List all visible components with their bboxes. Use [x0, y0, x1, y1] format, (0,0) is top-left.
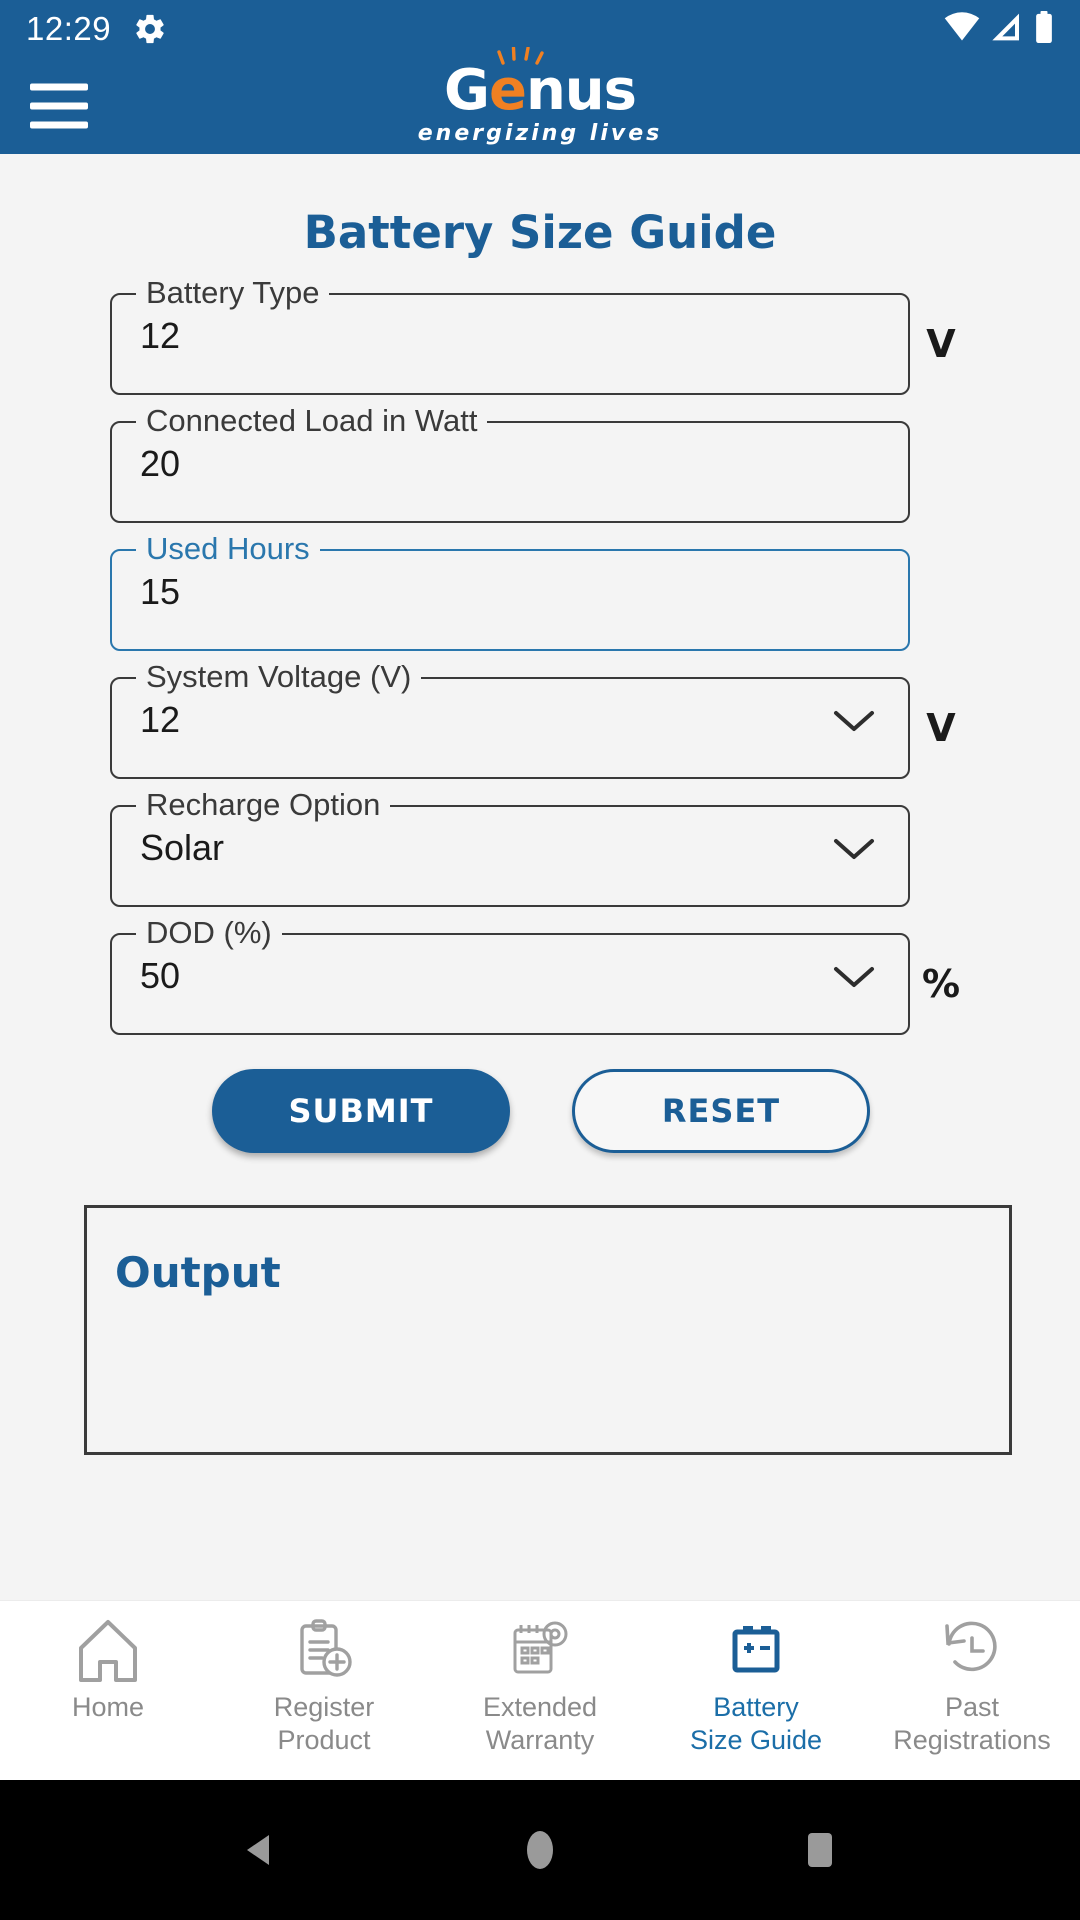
field-row-connected-load: Connected Load in Watt 20 [110, 405, 972, 523]
chevron-down-icon[interactable] [832, 964, 876, 990]
chevron-down-icon[interactable] [832, 708, 876, 734]
system-voltage-unit: V [926, 706, 956, 750]
battery-type-unit: V [926, 322, 956, 366]
hamburger-line [30, 83, 88, 91]
recents-square-icon[interactable] [760, 1790, 880, 1910]
wifi-icon [944, 11, 980, 47]
recharge-option-label: Recharge Option [136, 789, 391, 820]
form-actions: SUBMIT RESET [110, 1069, 972, 1153]
hamburger-menu-icon[interactable] [30, 83, 88, 129]
connected-load-label: Connected Load in Watt [136, 405, 488, 436]
nav-item-extended-warranty[interactable]: Extended Warranty [432, 1615, 648, 1757]
output-title: Output [115, 1248, 281, 1297]
nav-item-past-registrations[interactable]: Past Registrations [864, 1615, 1080, 1757]
nav-label-home: Home [71, 1692, 145, 1722]
history-clock-icon [937, 1615, 1007, 1687]
battery-type-label: Battery Type [136, 277, 330, 308]
recharge-option-value: Solar [140, 827, 225, 868]
system-voltage-value: 12 [140, 699, 181, 740]
back-triangle-icon[interactable] [200, 1790, 320, 1910]
brand-tagline: energizing lives [417, 121, 663, 146]
battery-icon [1034, 10, 1054, 48]
status-clock: 12:29 [26, 10, 112, 47]
system-voltage-select[interactable]: System Voltage (V) 12 [110, 661, 910, 779]
hamburger-line [30, 102, 88, 110]
clipboard-add-icon [289, 1615, 359, 1687]
dod-unit: % [921, 962, 961, 1006]
bottom-navigation: Home Register Product Extended Warranty … [0, 1600, 1080, 1780]
android-system-nav [0, 1780, 1080, 1920]
recharge-option-select[interactable]: Recharge Option Solar [110, 789, 910, 907]
page-title: Battery Size Guide [303, 206, 777, 259]
app-bar: Genus energizing lives [0, 47, 1080, 154]
field-row-dod: DOD (%) 50 % [110, 917, 972, 1035]
system-voltage-label: System Voltage (V) [136, 661, 422, 692]
hamburger-line [30, 121, 88, 129]
sun-rays-icon [497, 47, 544, 65]
dod-select[interactable]: DOD (%) 50 [110, 917, 910, 1035]
status-icons [944, 10, 1054, 48]
gear-icon [133, 12, 167, 46]
field-row-used-hours: Used Hours 15 [110, 533, 972, 651]
used-hours-input[interactable]: Used Hours 15 [110, 533, 910, 651]
home-icon [73, 1615, 143, 1687]
nav-item-home[interactable]: Home [0, 1615, 216, 1724]
battery-type-value: 12 [140, 315, 181, 356]
nav-item-register-product[interactable]: Register Product [216, 1615, 432, 1757]
phone-screen: 12:29 Genus energizing lives Battery Siz… [0, 0, 1080, 1920]
brand-letter-g: G [443, 58, 490, 123]
brand-logo: Genus energizing lives [417, 47, 663, 149]
calendar-gear-icon [505, 1615, 575, 1687]
field-row-battery-type: Battery Type 12 V [110, 277, 972, 395]
submit-button[interactable]: SUBMIT [212, 1069, 510, 1153]
connected-load-input[interactable]: Connected Load in Watt 20 [110, 405, 910, 523]
output-panel: Output [84, 1205, 1012, 1455]
dod-label: DOD (%) [136, 917, 282, 948]
brand-wordmark: Genus [444, 47, 637, 119]
nav-label-battery-size-guide: Battery Size Guide [689, 1692, 823, 1755]
cellular-signal-icon [991, 12, 1023, 47]
chevron-down-icon[interactable] [832, 836, 876, 862]
dod-value: 50 [140, 955, 181, 996]
battery-size-form: Battery Type 12 V Connected Load in Watt… [0, 277, 1080, 1153]
connected-load-value: 20 [140, 443, 181, 484]
nav-label-past-registrations: Past Registrations [893, 1692, 1051, 1755]
used-hours-value: 15 [140, 571, 181, 612]
used-hours-label: Used Hours [136, 533, 320, 564]
page-content: Battery Size Guide Battery Type 12 V Con… [0, 154, 1080, 1780]
field-row-system-voltage: System Voltage (V) 12 V [110, 661, 972, 779]
field-row-recharge-option: Recharge Option Solar [110, 789, 972, 907]
reset-button[interactable]: RESET [572, 1069, 870, 1153]
nav-label-register-product: Register Product [273, 1692, 375, 1755]
nav-item-battery-size-guide[interactable]: Battery Size Guide [648, 1615, 864, 1757]
battery-type-input[interactable]: Battery Type 12 [110, 277, 910, 395]
battery-icon [721, 1615, 791, 1687]
home-circle-icon[interactable] [480, 1790, 600, 1910]
nav-label-extended-warranty: Extended Warranty [482, 1692, 598, 1755]
